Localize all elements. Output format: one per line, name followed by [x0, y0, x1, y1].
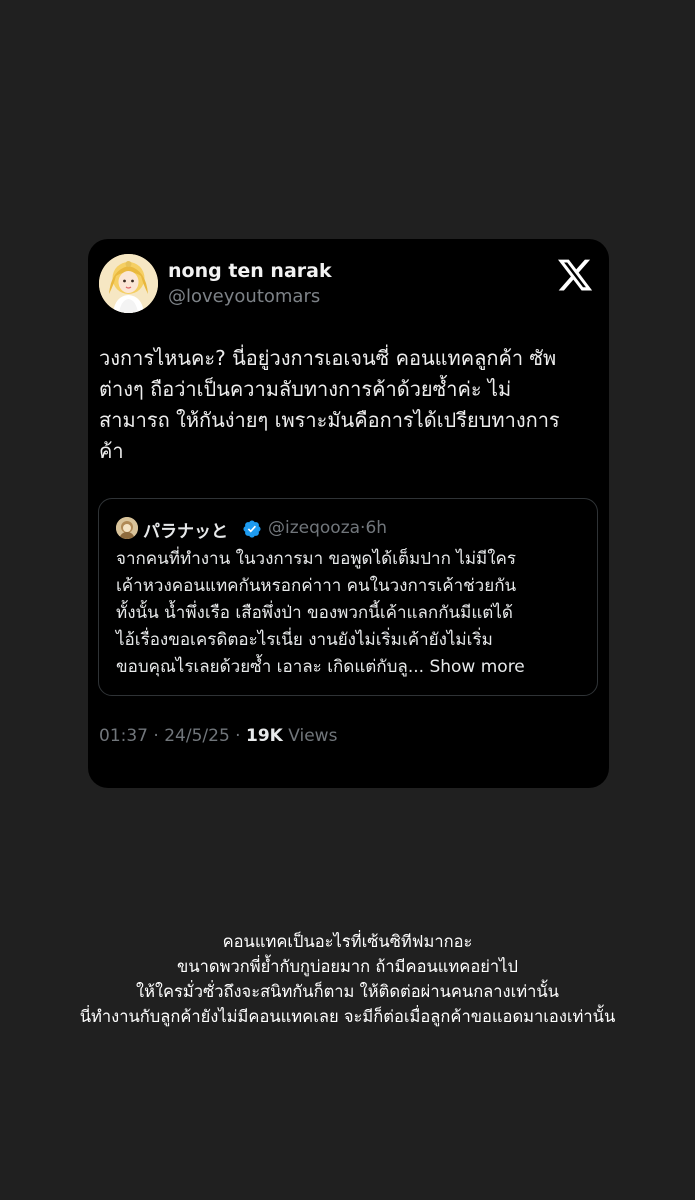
caption-line: คอนแทคเป็นอะไรที่เซ้นซิทีฟมากอะ — [222, 932, 473, 951]
avatar[interactable] — [99, 254, 158, 313]
quote-text-line: ทั้งนั้น น้ำพึ่งเรือ เสือพึ่งป่า ของพวกน… — [116, 603, 513, 623]
verified-badge-icon — [243, 520, 261, 538]
caption-line: นี่ทำงานกับลูกค้ายังไม่มีคอนแทคเลย จะมีก… — [79, 1007, 616, 1026]
quote-text-line: เค้าหวงคอนแทคกันหรอกค่าาา คนในวงการเค้าช… — [116, 576, 517, 596]
quote-text-line: ขอบคุณไรเลยด้วยซ้ำ เอาละ เกิดแต่กับลู...… — [116, 654, 586, 681]
quote-avatar[interactable] — [116, 517, 138, 539]
views-label: Views — [288, 726, 338, 746]
footer-separator: · — [153, 726, 159, 746]
tweet-text-line: สามารถ ให้กันง่ายๆ เพราะมันคือการได้เปรี… — [99, 408, 560, 432]
user-handle[interactable]: @loveyoutomars — [168, 286, 320, 307]
tweet-text: วงการไหนคะ? นี่อยู่วงการเอเจนซี่ คอนแทคล… — [99, 343, 599, 467]
tweet-footer: 01:37 · 24/5/25 · 19K Views — [99, 726, 337, 746]
tweet-text-line: วงการไหนคะ? นี่อยู่วงการเอเจนซี่ คอนแทคล… — [99, 346, 557, 370]
avatar-small-icon — [116, 517, 138, 539]
avatar-cartoon-girl-icon — [99, 254, 158, 313]
caption-line: ให้ใครมั่วซั่วถึงจะสนิทกันก็ตาม ให้ติดต่… — [136, 982, 559, 1001]
tweet-time[interactable]: 01:37 — [99, 726, 148, 746]
story-caption: คอนแทคเป็นอะไรที่เซ้นซิทีฟมากอะ ขนาดพวกพ… — [0, 929, 695, 1029]
tweet-card[interactable]: nong ten narak @loveyoutomars วงการไหนคะ… — [88, 239, 609, 788]
quote-display-name[interactable]: パラナッと — [143, 517, 228, 542]
show-more-link[interactable]: Show more — [429, 657, 524, 677]
footer-separator: · — [235, 726, 241, 746]
quote-time[interactable]: 6h — [365, 518, 387, 538]
views-count[interactable]: 19K — [246, 726, 283, 746]
tweet-text-line: ต่างๆ ถือว่าเป็นความลับทางการค้าด้วยซ้ำค… — [99, 377, 512, 401]
tweet-date[interactable]: 24/5/25 — [164, 726, 230, 746]
quote-text-line: จากคนที่ทำงาน ในวงการมา ขอพูดได้เต็มปาก … — [116, 549, 517, 569]
caption-line: ขนาดพวกพี่ย้ำกับกูบ่อยมาก ถ้ามีคอนแทคอย่… — [177, 957, 518, 976]
quote-handle[interactable]: @izeqooza — [268, 518, 360, 538]
quote-meta: @izeqooza·6h — [268, 518, 387, 538]
quote-text-truncated: ขอบคุณไรเลยด้วยซ้ำ เอาละ เกิดแต่กับลู... — [116, 657, 425, 677]
quote-text: จากคนที่ทำงาน ในวงการมา ขอพูดได้เต็มปาก … — [116, 546, 586, 681]
tweet-text-line: ค้า — [99, 439, 124, 463]
display-name[interactable]: nong ten narak — [168, 260, 332, 282]
quoted-tweet[interactable]: パラナッと @izeqooza·6h จากคนที่ทำงาน ในวงการ… — [98, 498, 598, 696]
quote-text-line: ไอ้เรื่องขอเครดิตอะไรเนี่ย งานยังไม่เริ่… — [116, 630, 493, 650]
x-logo-icon[interactable] — [556, 256, 594, 294]
